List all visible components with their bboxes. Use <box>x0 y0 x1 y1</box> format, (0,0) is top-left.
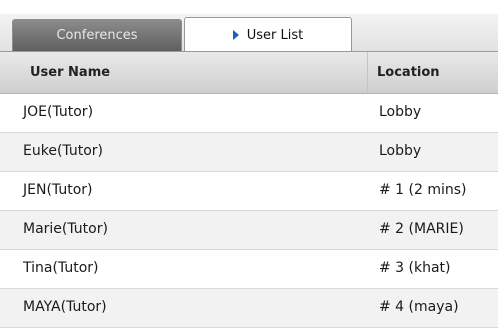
tab-conferences-label: Conferences <box>56 28 138 43</box>
user-list: JOE(Tutor) Lobby Euke(Tutor) Lobby JEN(T… <box>0 94 498 328</box>
tab-user-list[interactable]: User List <box>184 17 352 52</box>
table-header: User Name Location <box>0 52 498 94</box>
column-header-location[interactable]: Location <box>377 65 440 80</box>
location-cell: # 3 (khat) <box>379 260 451 276</box>
column-header-user-name[interactable]: User Name <box>30 65 110 80</box>
tab-user-list-label: User List <box>246 27 304 43</box>
table-row[interactable]: MAYA(Tutor) # 4 (maya) <box>0 289 498 328</box>
table-row[interactable]: JOE(Tutor) Lobby <box>0 94 498 133</box>
table-row[interactable]: Marie(Tutor) # 2 (MARIE) <box>0 211 498 250</box>
user-name-cell: MAYA(Tutor) <box>23 299 107 315</box>
location-cell: # 2 (MARIE) <box>379 221 464 237</box>
user-name-cell: JOE(Tutor) <box>23 104 94 120</box>
location-cell: Lobby <box>379 143 422 159</box>
table-row[interactable]: Tina(Tutor) # 3 (khat) <box>0 250 498 289</box>
location-cell: # 4 (maya) <box>379 299 459 315</box>
column-separator <box>367 52 368 93</box>
tab-conferences[interactable]: Conferences <box>12 19 182 51</box>
table-row[interactable]: JEN(Tutor) # 1 (2 mins) <box>0 172 498 211</box>
location-cell: Lobby <box>379 104 422 120</box>
tab-bar: Conferences User List <box>0 0 498 52</box>
table-row[interactable]: Euke(Tutor) Lobby <box>0 133 498 172</box>
location-cell: # 1 (2 mins) <box>379 182 467 198</box>
user-name-cell: JEN(Tutor) <box>23 182 93 198</box>
user-name-cell: Marie(Tutor) <box>23 221 108 237</box>
arrow-right-icon <box>232 30 239 40</box>
user-name-cell: Euke(Tutor) <box>23 143 103 159</box>
user-name-cell: Tina(Tutor) <box>23 260 99 276</box>
